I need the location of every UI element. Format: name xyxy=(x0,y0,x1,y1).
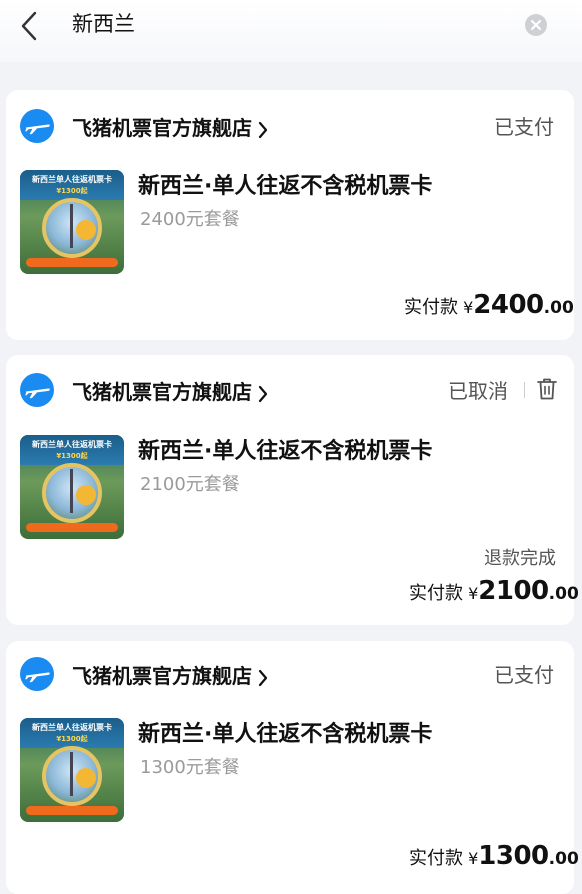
search-header: 新西兰 xyxy=(0,0,582,62)
chevron-right-icon xyxy=(258,121,268,138)
order-card[interactable]: 飞猪机票官方旗舰店 已支付 新西兰单人往返机票卡 ¥1300起 新西兰·单人往返… xyxy=(6,90,574,340)
product-thumbnail[interactable]: 新西兰单人往返机票卡 ¥1300起 xyxy=(20,170,124,274)
thumbnail-price: ¥1300起 xyxy=(56,735,88,743)
shop-link[interactable]: 飞猪机票官方旗舰店 xyxy=(72,112,268,141)
product-title[interactable]: 新西兰·单人往返不含税机票卡 xyxy=(138,433,432,465)
search-input[interactable]: 新西兰 xyxy=(72,8,135,38)
shop-name: 飞猪机票官方旗舰店 xyxy=(72,380,252,404)
clear-circle-icon[interactable] xyxy=(524,13,548,37)
package-label: 1300元套餐 xyxy=(140,757,240,778)
product-title[interactable]: 新西兰·单人往返不含税机票卡 xyxy=(138,716,432,748)
thumbnail-price: ¥1300起 xyxy=(56,187,88,195)
mascot-image xyxy=(76,220,96,240)
order-status: 已支付 xyxy=(494,663,554,687)
price-label: 实付款 xyxy=(409,583,463,604)
airplane-icon xyxy=(20,373,54,407)
package-label: 2400元套餐 xyxy=(140,209,240,230)
thumbnail-price: ¥1300起 xyxy=(56,452,88,460)
status-divider xyxy=(524,382,525,398)
order-status: 已取消 xyxy=(448,379,508,403)
price-decimal: .00 xyxy=(548,584,579,604)
price-integer: 2400 xyxy=(473,290,544,320)
package-label: 2100元套餐 xyxy=(140,474,240,495)
price-decimal: .00 xyxy=(548,849,579,869)
product-thumbnail[interactable]: 新西兰单人往返机票卡 ¥1300起 xyxy=(20,435,124,539)
thumbnail-title: 新西兰单人往返机票卡 xyxy=(32,175,112,184)
shop-name: 飞猪机票官方旗舰店 xyxy=(72,664,252,688)
order-card[interactable]: 飞猪机票官方旗舰店 已取消 新西兰单人往返机票卡 ¥1300起 新西兰·单人往返… xyxy=(6,355,579,625)
order-status: 已支付 xyxy=(494,115,554,139)
paid-amount: 实付款 ¥1300.00 xyxy=(409,841,579,871)
product-title[interactable]: 新西兰·单人往返不含税机票卡 xyxy=(138,168,432,200)
chevron-left-icon[interactable] xyxy=(18,10,42,42)
airplane-icon xyxy=(20,657,54,691)
price-decimal: .00 xyxy=(543,298,574,318)
currency-symbol: ¥ xyxy=(463,298,474,317)
thumbnail-title: 新西兰单人往返机票卡 xyxy=(32,440,112,449)
trash-icon[interactable] xyxy=(536,377,558,401)
order-card[interactable]: 飞猪机票官方旗舰店 已支付 新西兰单人往返机票卡 ¥1300起 新西兰·单人往返… xyxy=(6,641,579,894)
price-label: 实付款 xyxy=(409,848,463,869)
product-thumbnail[interactable]: 新西兰单人往返机票卡 ¥1300起 xyxy=(20,718,124,822)
price-integer: 1300 xyxy=(478,841,549,871)
shop-link[interactable]: 飞猪机票官方旗舰店 xyxy=(72,376,268,405)
currency-symbol: ¥ xyxy=(468,584,479,603)
paid-amount: 实付款 ¥2100.00 xyxy=(409,576,579,606)
thumbnail-title: 新西兰单人往返机票卡 xyxy=(32,723,112,732)
refund-status: 退款完成 xyxy=(484,548,556,569)
mascot-image xyxy=(76,768,96,788)
price-integer: 2100 xyxy=(478,576,549,606)
chevron-right-icon xyxy=(258,669,268,686)
mascot-image xyxy=(76,485,96,505)
chevron-right-icon xyxy=(258,385,268,402)
paid-amount: 实付款 ¥2400.00 xyxy=(404,290,574,320)
price-label: 实付款 xyxy=(404,297,458,318)
shop-name: 飞猪机票官方旗舰店 xyxy=(72,116,252,140)
shop-link[interactable]: 飞猪机票官方旗舰店 xyxy=(72,660,268,689)
currency-symbol: ¥ xyxy=(468,849,479,868)
airplane-icon xyxy=(20,109,54,143)
